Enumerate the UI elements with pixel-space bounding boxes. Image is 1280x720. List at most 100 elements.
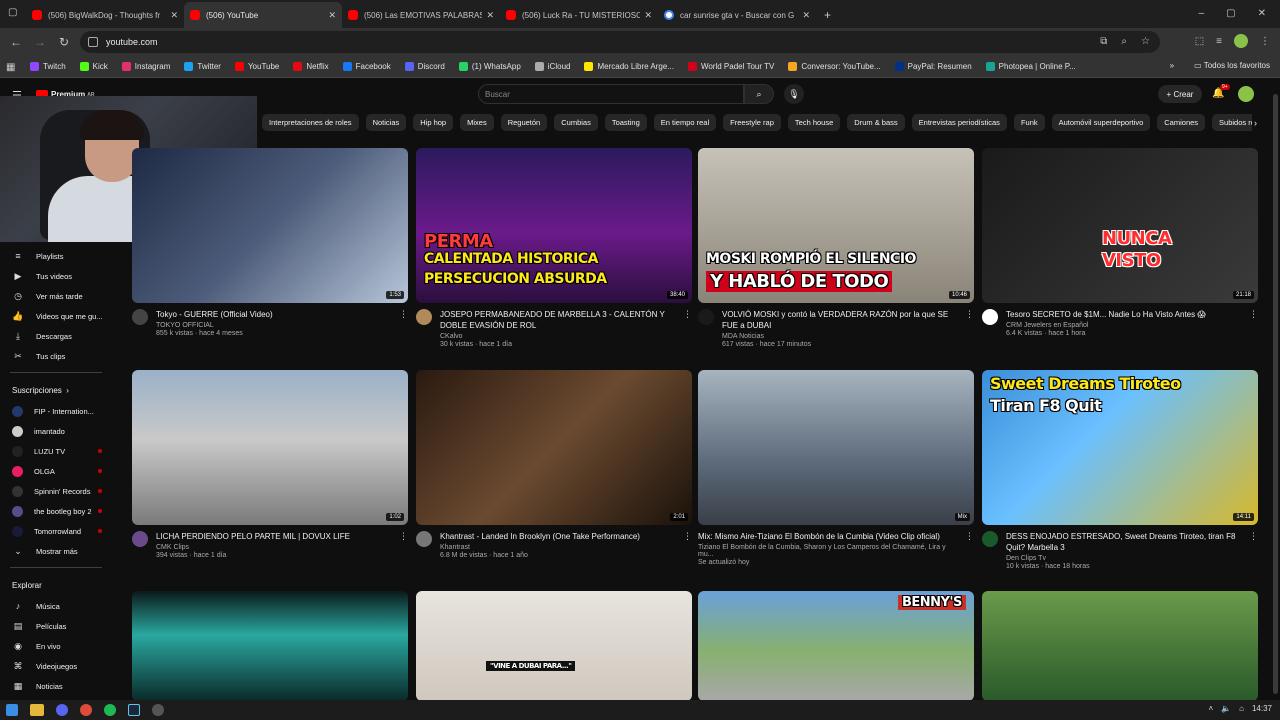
- browser-tab[interactable]: (506) BigWalkDog - Thoughts fr ✕: [26, 2, 184, 28]
- more-options-icon[interactable]: ⋮: [1249, 531, 1258, 542]
- video-thumbnail[interactable]: NUNCA VISTO 21:18: [982, 148, 1258, 303]
- bookmark-item[interactable]: Mercado Libre Arge...: [584, 62, 674, 71]
- more-options-icon[interactable]: ⋮: [399, 531, 408, 542]
- video-card[interactable]: NUNCA VISTO 21:18 Tesoro SECRETO de $1M... …: [982, 148, 1258, 337]
- more-options-icon[interactable]: ⋮: [399, 309, 408, 320]
- create-button[interactable]: + Crear: [1158, 85, 1202, 103]
- subscription-item[interactable]: LUZU TV: [0, 441, 112, 461]
- chrome-taskbar-icon[interactable]: [80, 704, 92, 716]
- zoom-icon[interactable]: ⌕: [1121, 36, 1127, 47]
- url-input[interactable]: youtube.com: [80, 31, 1160, 53]
- sidebar-item[interactable]: ≡ Playlists: [0, 246, 112, 266]
- video-thumbnail[interactable]: Sweet Dreams Tiroteo Tiran F8 Quit 14:11: [982, 370, 1258, 525]
- steam-taskbar-icon[interactable]: [128, 704, 140, 716]
- browser-tab[interactable]: (506) Luck Ra - TU MISTERIOSO ✕: [500, 2, 658, 28]
- category-chip[interactable]: Subidos recientemente: [1212, 114, 1252, 131]
- subscription-item[interactable]: the bootleg boy 2: [0, 501, 112, 521]
- tray-arrow-icon[interactable]: ˄: [1208, 704, 1213, 713]
- video-thumbnail[interactable]: PERMA CALENTADA HISTORICA PERSECUCION ABSU…: [416, 148, 692, 303]
- media-icon[interactable]: ≡: [1216, 36, 1222, 47]
- video-thumbnail[interactable]: "VINE A DUBAI PARA...": [416, 591, 692, 701]
- video-card[interactable]: 2:01 Khantrast - Landed In Brooklyn (One …: [416, 370, 692, 559]
- more-options-icon[interactable]: ⋮: [1249, 309, 1258, 320]
- video-title[interactable]: DESS ENOJADO ESTRESADO, Sweet Dreams Tir…: [1006, 531, 1244, 553]
- forward-icon[interactable]: →: [28, 35, 52, 49]
- category-chip[interactable]: Freestyle rap: [723, 114, 781, 131]
- close-tab-icon[interactable]: ✕: [644, 10, 652, 21]
- browser-menu-icon[interactable]: ⋮: [1260, 36, 1270, 47]
- category-chip[interactable]: Entrevistas periodísticas: [911, 114, 1007, 131]
- channel-avatar[interactable]: [132, 531, 148, 547]
- bookmark-item[interactable]: World Padel Tour TV: [687, 62, 774, 71]
- close-window-icon[interactable]: ✕: [1258, 8, 1266, 19]
- video-channel[interactable]: Den Clips Tv: [1006, 555, 1244, 562]
- category-chip[interactable]: Interpretaciones de roles: [262, 114, 359, 131]
- category-chip[interactable]: Mixes: [460, 114, 494, 131]
- bookmark-item[interactable]: Photopea | Online P...: [985, 62, 1076, 71]
- video-card[interactable]: [132, 591, 408, 701]
- channel-avatar[interactable]: [416, 309, 432, 325]
- sidebar-item[interactable]: ◷ Ver más tarde: [0, 286, 112, 306]
- video-card[interactable]: PERMA CALENTADA HISTORICA PERSECUCION ABSU…: [416, 148, 692, 348]
- video-channel[interactable]: CMK Clips: [156, 544, 394, 551]
- spotify-taskbar-icon[interactable]: [104, 704, 116, 716]
- explore-item[interactable]: ▤ Películas: [0, 616, 112, 636]
- microphone-icon[interactable]: 🎙: [784, 84, 804, 104]
- video-card[interactable]: Mix Mix: Mismo Aire-Tiziano El Bombón de …: [698, 370, 974, 566]
- sidebar-item[interactable]: ⤓ Descargas: [0, 326, 112, 346]
- sidebar-item[interactable]: ✂ Tus clips: [0, 346, 112, 366]
- more-options-icon[interactable]: ⋮: [683, 531, 692, 542]
- explore-item[interactable]: ◉ En vivo: [0, 636, 112, 656]
- search-icon[interactable]: ⌕: [744, 84, 774, 104]
- bookmark-item[interactable]: YouTube: [234, 62, 279, 71]
- browser-tab[interactable]: car sunrise gta v - Buscar con G ✕: [658, 2, 816, 28]
- category-chip[interactable]: Reguetón: [500, 114, 548, 131]
- video-card[interactable]: MOSKI ROMPIÓ EL SILENCIO Y HABLÓ DE TODO 1…: [698, 148, 974, 348]
- explore-item[interactable]: ▦ Noticias: [0, 676, 112, 696]
- video-card[interactable]: [982, 591, 1258, 701]
- start-windows-icon[interactable]: [6, 704, 18, 716]
- video-card[interactable]: 1:02 LICHA PERDIENDO PELO PARTE MIL | DOV…: [132, 370, 408, 559]
- extensions-icon[interactable]: ⬚: [1195, 36, 1204, 47]
- video-channel[interactable]: Tiziano El Bombón de la Cumbia, Sharon y…: [698, 544, 960, 558]
- category-chip[interactable]: Noticias: [365, 114, 407, 131]
- video-card[interactable]: 1:53 Tokyo - GUERRE (Official Video) TOKYO…: [132, 148, 408, 337]
- video-title[interactable]: Khantrast - Landed In Brooklyn (One Take…: [440, 531, 678, 542]
- back-icon[interactable]: ←: [4, 35, 28, 49]
- user-avatar[interactable]: [1238, 86, 1254, 102]
- volume-icon[interactable]: 🔈: [1221, 704, 1231, 713]
- bookmark-item[interactable]: Twitch: [30, 62, 66, 71]
- video-thumbnail[interactable]: 1:53: [132, 148, 408, 303]
- video-thumbnail[interactable]: [982, 591, 1258, 701]
- discord-taskbar-icon[interactable]: [56, 704, 68, 716]
- browser-tab[interactable]: (506) YouTube ✕: [184, 2, 342, 28]
- category-chip[interactable]: Hip hop: [413, 114, 454, 131]
- profile-avatar[interactable]: [1234, 34, 1248, 48]
- apps-grid-icon[interactable]: ▦: [6, 62, 16, 73]
- clock-time[interactable]: 14:37: [1252, 704, 1272, 713]
- category-chip[interactable]: Automóvil superdeportivo: [1051, 114, 1151, 131]
- channel-avatar[interactable]: [416, 531, 432, 547]
- bookmark-item[interactable]: PayPal: Resumen: [894, 62, 972, 71]
- network-icon[interactable]: ⌂: [1239, 704, 1244, 713]
- video-channel[interactable]: CRM Jewelers en Español: [1006, 322, 1244, 329]
- video-channel[interactable]: MDA Noticias: [722, 333, 960, 340]
- new-tab-button[interactable]: +: [824, 2, 831, 28]
- subscription-item[interactable]: FIP - Internation...: [0, 401, 112, 421]
- browser-tab[interactable]: (506) Las EMOTIVAS PALABRAS ✕: [342, 2, 500, 28]
- more-options-icon[interactable]: ⋮: [965, 531, 974, 542]
- explore-item[interactable]: ⌘ Videojuegos: [0, 656, 112, 676]
- video-card[interactable]: BENNY'S: [698, 591, 974, 701]
- video-title[interactable]: Tesoro SECRETO de $1M... Nadie Lo Ha Vis…: [1006, 309, 1244, 320]
- obs-taskbar-icon[interactable]: [152, 704, 164, 716]
- close-tab-icon[interactable]: ✕: [486, 10, 494, 21]
- maximize-icon[interactable]: ▢: [1226, 8, 1235, 19]
- bookmark-item[interactable]: Conversor: YouTube...: [788, 62, 881, 71]
- minimize-icon[interactable]: –: [1199, 8, 1205, 19]
- category-chip[interactable]: Funk: [1013, 114, 1045, 131]
- bookmark-item[interactable]: iCloud: [534, 62, 570, 71]
- site-info-icon[interactable]: [88, 37, 98, 47]
- video-title[interactable]: Mix: Mismo Aire-Tiziano El Bombón de la …: [698, 531, 960, 542]
- video-channel[interactable]: TOKYO OFFICIAL: [156, 322, 394, 329]
- category-chip[interactable]: Drum & bass: [847, 114, 905, 131]
